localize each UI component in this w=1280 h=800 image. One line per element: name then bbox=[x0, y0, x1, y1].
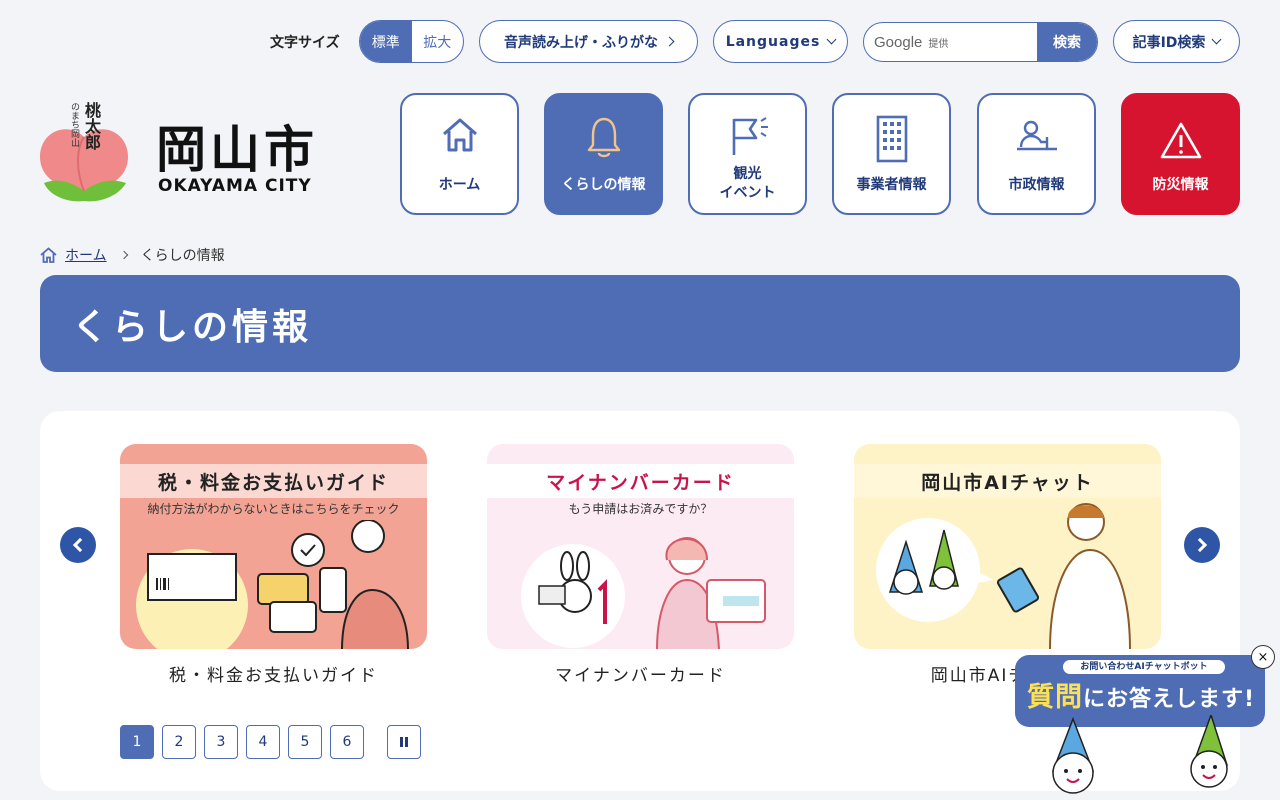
carousel-page-4[interactable]: 4 bbox=[246, 725, 280, 759]
font-size-standard-button[interactable]: 標準 bbox=[360, 21, 412, 62]
breadcrumb-home-link[interactable]: ホーム bbox=[65, 245, 107, 265]
page-title: くらしの情報 bbox=[72, 306, 313, 348]
logo-mascot-name: 桃太郎 bbox=[82, 102, 101, 150]
nav-tourism-events[interactable]: 観光 イベント bbox=[688, 93, 807, 215]
logo-city-english: OKAYAMA CITY bbox=[158, 176, 312, 196]
chatbot-close-button[interactable]: × bbox=[1251, 645, 1275, 669]
nav-living-info-label: くらしの情報 bbox=[561, 177, 646, 193]
card-image: マイナンバーカード もう申請はお済みですか？ bbox=[487, 444, 794, 649]
read-aloud-label: 音声読み上げ・ふりがな bbox=[504, 34, 658, 51]
nav-disaster-info[interactable]: 防災情報 bbox=[1121, 93, 1240, 215]
carousel-card-ai-chat[interactable]: 岡山市AIチャット 岡山市AIチャット bbox=[854, 444, 1161, 686]
carousel-page-2[interactable]: 2 bbox=[162, 725, 196, 759]
chevron-down-icon bbox=[826, 34, 837, 45]
chevron-right-icon bbox=[1192, 537, 1208, 553]
search-provided-label: 提供 bbox=[928, 38, 949, 50]
card-image-title: 岡山市AIチャット bbox=[854, 464, 1161, 498]
site-search: Google 提供 検索 bbox=[863, 22, 1098, 62]
carousel-page-5[interactable]: 5 bbox=[288, 725, 322, 759]
carousel-prev-button[interactable] bbox=[60, 527, 96, 563]
card-caption: 税・料金お支払いガイド bbox=[169, 666, 378, 686]
logo-tagline: のまち岡山 bbox=[69, 102, 79, 147]
home-icon bbox=[442, 118, 477, 152]
warning-icon bbox=[1160, 122, 1201, 159]
home-icon bbox=[40, 247, 57, 263]
breadcrumb: ホーム くらしの情報 bbox=[40, 245, 225, 265]
article-id-search-dropdown[interactable]: 記事ID検索 bbox=[1113, 20, 1240, 63]
payment-illustration bbox=[136, 520, 409, 649]
nav-home[interactable]: ホーム bbox=[400, 93, 519, 215]
carousel-page-6[interactable]: 6 bbox=[330, 725, 364, 759]
card-image-title: マイナンバーカード bbox=[487, 464, 794, 498]
nav-business-info[interactable]: 事業者情報 bbox=[832, 93, 951, 215]
search-button[interactable]: 検索 bbox=[1037, 23, 1097, 61]
chatbot-headline-em: 質問 bbox=[1027, 682, 1083, 713]
chevron-right-icon bbox=[119, 250, 128, 260]
card-image: 岡山市AIチャット bbox=[854, 444, 1161, 649]
nav-home-label: ホーム bbox=[438, 177, 481, 193]
breadcrumb-current: くらしの情報 bbox=[140, 248, 225, 264]
nav-city-admin-label: 市政情報 bbox=[1008, 177, 1065, 193]
nav-living-info[interactable]: くらしの情報 bbox=[544, 93, 663, 215]
nav-tourism-events-label: 観光 イベント bbox=[719, 166, 776, 201]
carousel-card-tax-guide[interactable]: 税・料金お支払いガイド 納付方法がわからないときはこちらをチェック 税・料金お支… bbox=[120, 444, 427, 686]
chevron-left-icon bbox=[72, 537, 88, 553]
page-title-banner: くらしの情報 bbox=[40, 275, 1240, 372]
font-size-toggle: 標準 拡大 bbox=[359, 20, 464, 63]
ai-chat-illustration bbox=[876, 503, 1131, 649]
my-number-illustration bbox=[521, 537, 766, 649]
article-id-search-label: 記事ID検索 bbox=[1132, 34, 1206, 51]
languages-label: Languages bbox=[725, 33, 821, 50]
card-image-subtitle: 納付方法がわからないときはこちらをチェック bbox=[147, 502, 400, 516]
languages-dropdown[interactable]: Languages bbox=[713, 20, 848, 63]
chatbot-headline: 質問にお答えします! bbox=[1027, 675, 1255, 714]
flag-icon bbox=[732, 117, 768, 155]
ai-chatbot-widget[interactable]: お問い合わせAIチャットボット 質問にお答えします! bbox=[1015, 655, 1265, 795]
person-desk-icon bbox=[1016, 120, 1057, 151]
utility-bar: 文字サイズ 標準 拡大 音声読み上げ・ふりがな Languages Google… bbox=[0, 20, 1280, 64]
chevron-right-icon bbox=[664, 36, 675, 47]
nav-city-admin[interactable]: 市政情報 bbox=[977, 93, 1096, 215]
font-size-large-button[interactable]: 拡大 bbox=[412, 21, 464, 62]
nav-business-info-label: 事業者情報 bbox=[856, 177, 927, 193]
bell-icon bbox=[587, 117, 620, 158]
site-logo[interactable]: のまち岡山 桃太郎 岡山市 OKAYAMA CITY bbox=[38, 100, 338, 205]
pause-icon bbox=[400, 737, 408, 747]
search-input[interactable]: Google 提供 bbox=[864, 23, 1037, 61]
logo-city-kanji: 岡山市 bbox=[156, 120, 318, 179]
carousel-pause-button[interactable] bbox=[387, 725, 421, 759]
carousel-card-my-number[interactable]: マイナンバーカード もう申請はお済みですか？ マイナンバーカード bbox=[487, 444, 794, 686]
building-icon bbox=[876, 115, 907, 163]
carousel-next-button[interactable] bbox=[1184, 527, 1220, 563]
read-aloud-button[interactable]: 音声読み上げ・ふりがな bbox=[479, 20, 698, 63]
chatbot-mascots-icon bbox=[1051, 715, 1229, 794]
carousel-page-1[interactable]: 1 bbox=[120, 725, 154, 759]
chatbot-small-label: お問い合わせAIチャットボット bbox=[1063, 660, 1225, 674]
nav-disaster-info-label: 防災情報 bbox=[1152, 177, 1209, 193]
chatbot-headline-rest: にお答えします! bbox=[1083, 687, 1256, 712]
font-size-label: 文字サイズ bbox=[270, 35, 340, 51]
chevron-down-icon bbox=[1211, 34, 1222, 45]
card-caption: マイナンバーカード bbox=[555, 666, 726, 686]
card-image-subtitle: もう申請はお済みですか？ bbox=[568, 502, 713, 516]
carousel-page-3[interactable]: 3 bbox=[204, 725, 238, 759]
card-image-title: 税・料金お支払いガイド bbox=[120, 464, 427, 498]
google-logo: Google bbox=[874, 33, 923, 51]
card-image: 税・料金お支払いガイド 納付方法がわからないときはこちらをチェック bbox=[120, 444, 427, 649]
